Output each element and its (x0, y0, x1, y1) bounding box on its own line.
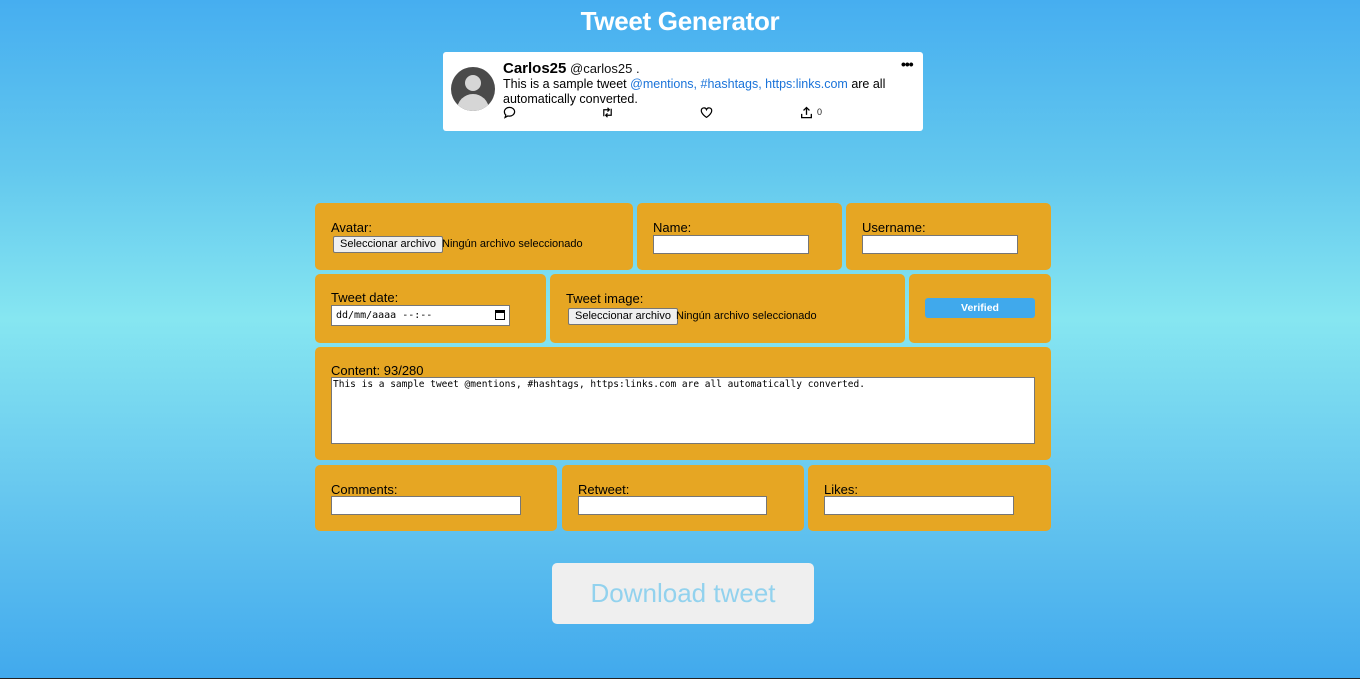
avatar (451, 67, 495, 111)
comments-label: Comments: (331, 482, 398, 497)
user-icon-body (457, 94, 489, 111)
user-icon (465, 75, 481, 91)
likes-label: Likes: (824, 482, 858, 497)
tweet-date-panel: Tweet date: dd/mm/aaaa --:-- (315, 274, 546, 343)
verified-toggle-button[interactable]: Verified (925, 298, 1035, 318)
tweet-date-label: Tweet date: (331, 290, 399, 305)
name-panel: Name: (637, 203, 842, 270)
verified-panel: Verified (909, 274, 1051, 343)
tweet-author-handle: @carlos25 . (570, 61, 640, 76)
share-count: 0 (817, 107, 823, 117)
tweet-image-file-status: Ningún archivo seleccionado (676, 310, 817, 322)
content-panel: Content: 93/280 This is a sample tweet @… (315, 347, 1051, 460)
name-input[interactable] (653, 235, 809, 254)
username-input[interactable] (862, 235, 1018, 254)
download-tweet-button[interactable]: Download tweet (552, 563, 814, 624)
username-label: Username: (862, 220, 926, 235)
avatar-file-button[interactable]: Seleccionar archivo (333, 236, 443, 253)
tweet-image-label: Tweet image: (566, 291, 644, 306)
retweet-label: Retweet: (578, 482, 630, 497)
likes-panel: Likes: (808, 465, 1051, 531)
share-icon[interactable]: 0 (800, 106, 822, 120)
avatar-panel: Avatar: Seleccionar archivo Ningún archi… (315, 203, 633, 270)
comments-input[interactable] (331, 496, 521, 515)
comment-icon[interactable] (503, 106, 516, 120)
tweet-author-name: Carlos25 (503, 60, 567, 77)
tweet-text: This is a sample tweet @mentions, #hasht… (503, 77, 913, 107)
calendar-icon[interactable] (495, 310, 505, 320)
username-panel: Username: (846, 203, 1051, 270)
avatar-label: Avatar: (331, 220, 372, 235)
page-title: Tweet Generator (580, 6, 780, 36)
content-label: Content: 93/280 (331, 363, 424, 378)
tweet-date-placeholder: dd/mm/aaaa --:-- (336, 310, 433, 321)
tweet-image-panel: Tweet image: Seleccionar archivo Ningún … (550, 274, 905, 343)
tweet-hashtag-link[interactable]: #hashtags, (701, 77, 762, 91)
name-label: Name: (653, 220, 692, 235)
comments-panel: Comments: (315, 465, 557, 531)
retweet-input[interactable] (578, 496, 767, 515)
tweet-mention-link[interactable]: @mentions, (630, 77, 697, 91)
retweet-icon[interactable] (601, 106, 614, 120)
tweet-preview-card: Carlos25 @carlos25 . ••• This is a sampl… (443, 52, 923, 131)
content-textarea[interactable]: This is a sample tweet @mentions, #hasht… (331, 377, 1035, 444)
like-icon[interactable] (700, 106, 713, 120)
tweet-image-file-button[interactable]: Seleccionar archivo (568, 308, 678, 325)
tweet-date-input[interactable]: dd/mm/aaaa --:-- (331, 305, 510, 326)
tweet-actions: 0 (503, 106, 863, 120)
tweet-text-start: This is a sample tweet (503, 77, 631, 91)
more-options-icon[interactable]: ••• (901, 56, 914, 72)
avatar-file-status: Ningún archivo seleccionado (442, 238, 583, 250)
tweet-url-link[interactable]: https:links.com (765, 77, 848, 91)
retweet-panel: Retweet: (562, 465, 804, 531)
likes-input[interactable] (824, 496, 1014, 515)
